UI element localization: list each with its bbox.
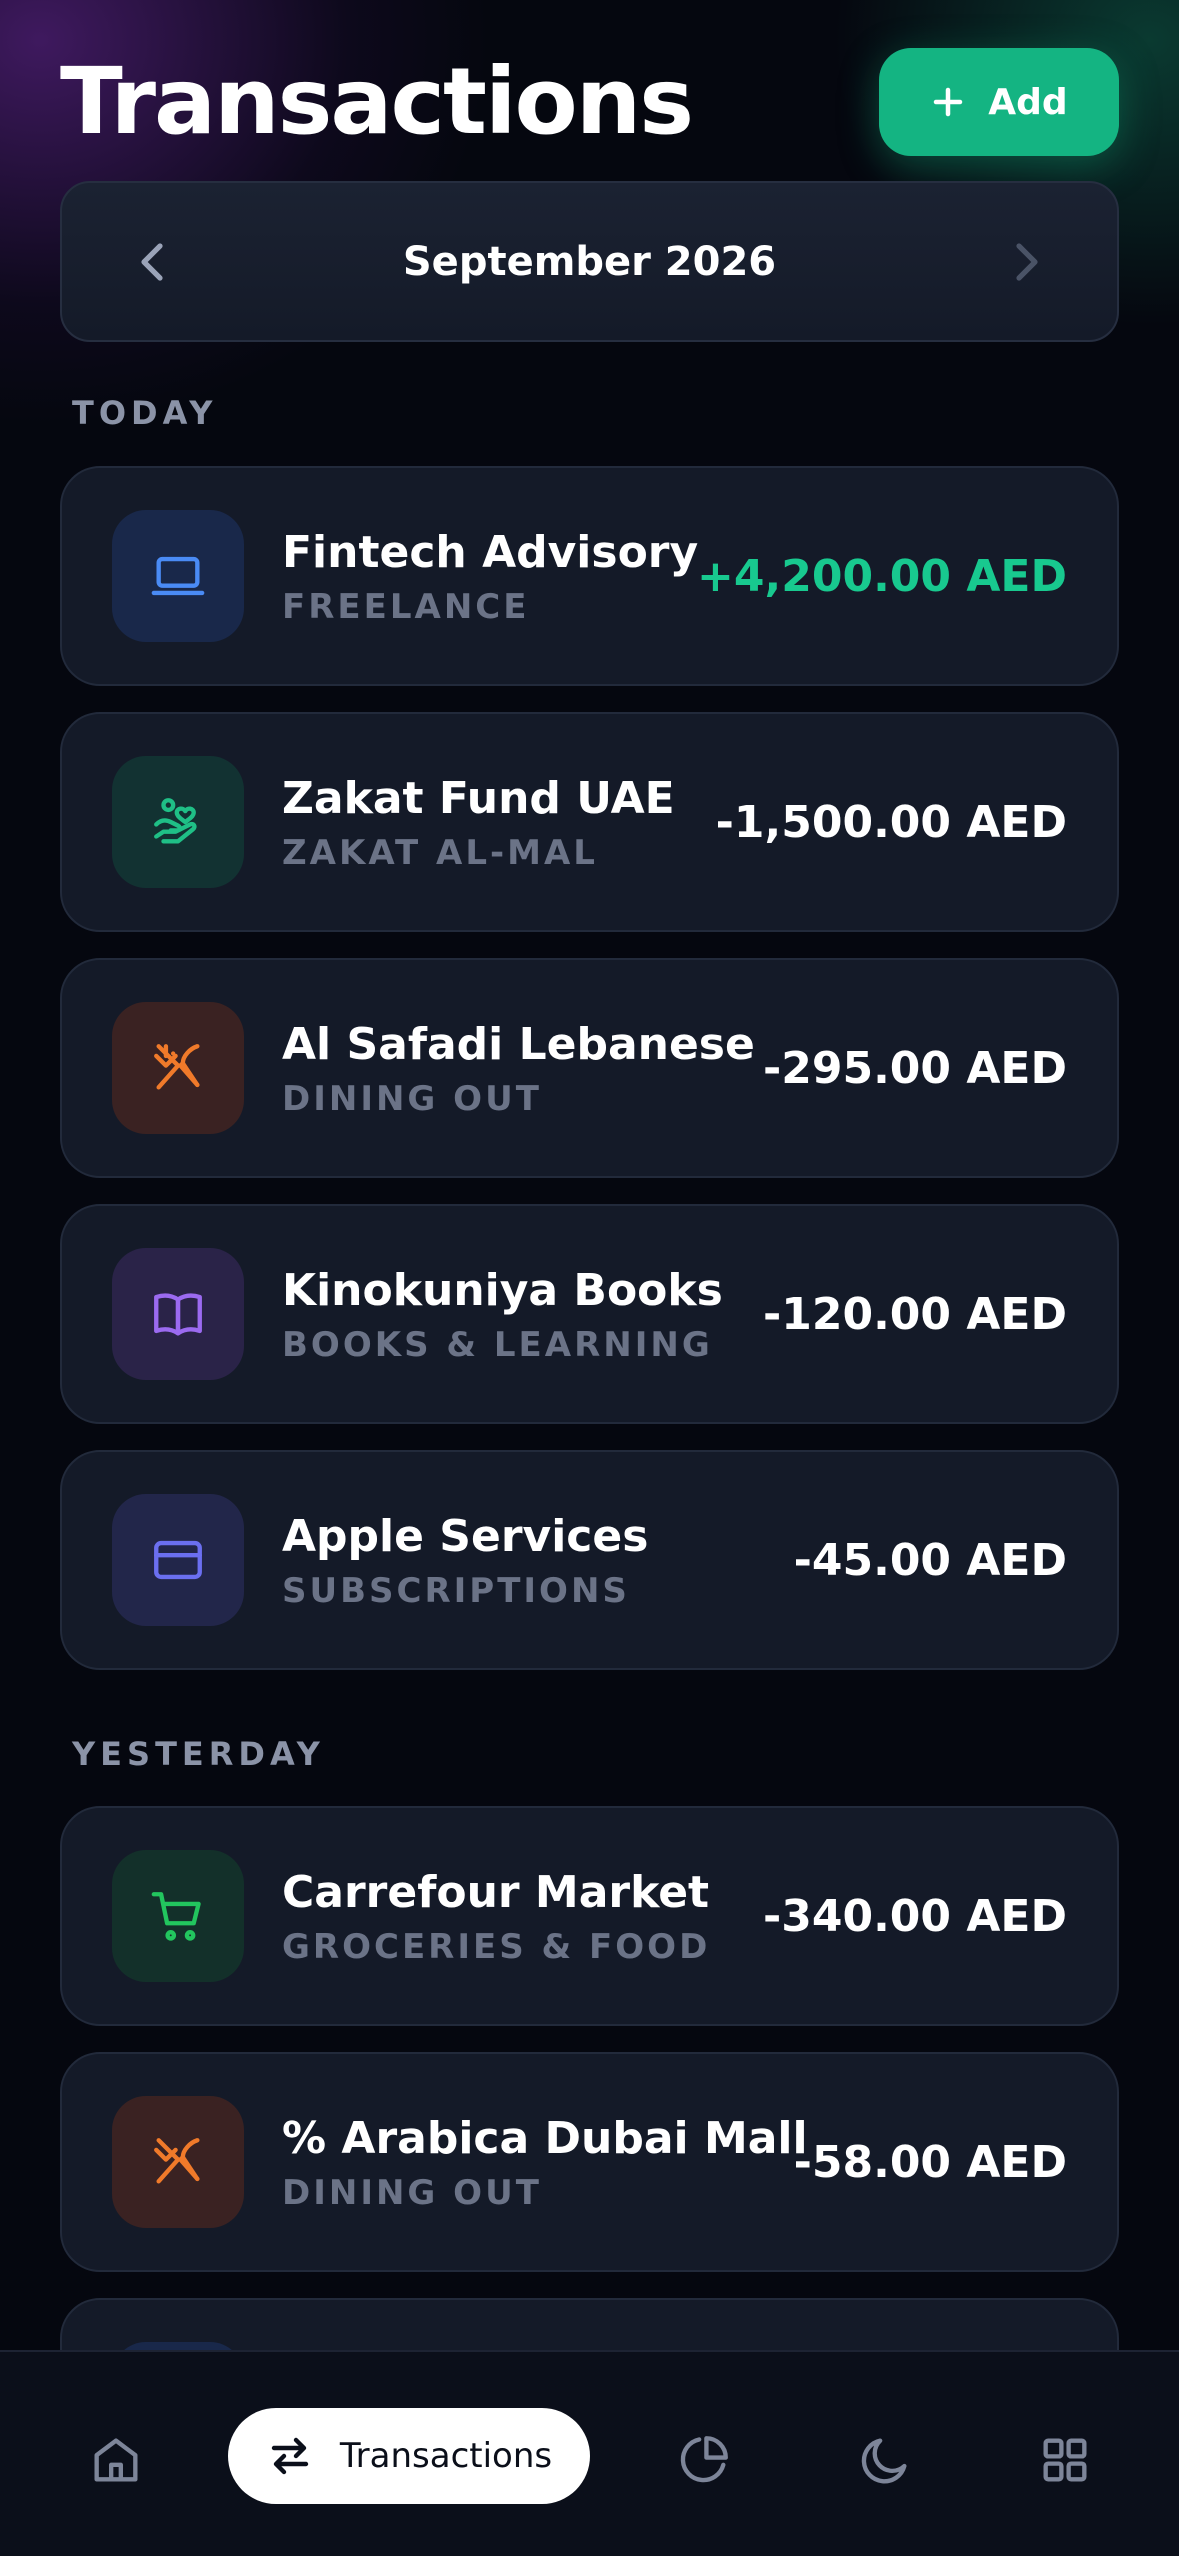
book-icon xyxy=(154,1293,202,1336)
transaction-name: % Arabica Dubai Mall xyxy=(282,2113,808,2164)
next-month-button[interactable] xyxy=(997,232,1057,292)
transaction-row[interactable]: % Arabica Dubai Mall DINING OUT -58.00 A… xyxy=(60,2052,1119,2272)
transaction-category: SUBSCRIPTIONS xyxy=(282,1571,630,1611)
utensils-icon xyxy=(154,1044,200,1090)
transaction-amount: -120.00 AED xyxy=(762,1288,1067,1340)
nav-home[interactable] xyxy=(68,2412,164,2508)
transaction-amount: -58.00 AED xyxy=(793,2136,1067,2188)
category-icon-tile xyxy=(112,1002,244,1134)
credit-card-icon xyxy=(154,1540,202,1580)
transaction-category: DINING OUT xyxy=(282,2173,542,2213)
hand-heart-icon xyxy=(154,798,197,844)
transaction-name: Zakat Fund UAE xyxy=(282,773,675,824)
chevron-right-icon xyxy=(1016,242,1038,281)
moon-icon xyxy=(861,2438,907,2484)
add-transaction-button[interactable]: Add xyxy=(879,48,1119,156)
transaction-amount: +4,200.00 AED xyxy=(697,550,1067,602)
transaction-category: GROCERIES & FOOD xyxy=(282,1927,711,1967)
transaction-amount: -340.00 AED xyxy=(762,1890,1067,1942)
transaction-row[interactable]: Al Safadi Lebanese DINING OUT -295.00 AE… xyxy=(60,958,1119,1178)
section-label-today: TODAY xyxy=(72,394,218,432)
plus-icon xyxy=(934,87,963,117)
utensils-icon xyxy=(154,2138,200,2184)
cart-icon xyxy=(151,1892,201,1941)
nav-more[interactable] xyxy=(1017,2412,1113,2508)
nav-active-label: Transactions xyxy=(339,2436,553,2476)
pie-chart-icon xyxy=(680,2436,728,2483)
transaction-name: Kinokuniya Books xyxy=(282,1265,723,1316)
transaction-row[interactable]: Carrefour Market GROCERIES & FOOD -340.0… xyxy=(60,1806,1119,2026)
transaction-row[interactable]: Zakat Fund UAE ZAKAT AL-MAL -1,500.00 AE… xyxy=(60,712,1119,932)
transaction-row[interactable]: Apple Services SUBSCRIPTIONS -45.00 AED xyxy=(60,1450,1119,1670)
transfer-icon xyxy=(271,2437,309,2475)
laptop-icon xyxy=(151,556,205,596)
category-icon-tile xyxy=(112,510,244,642)
transaction-name: Fintech Advisory xyxy=(282,527,699,578)
category-icon-tile xyxy=(112,756,244,888)
add-button-label: Add xyxy=(988,81,1068,123)
grid-icon xyxy=(1043,2438,1087,2482)
previous-month-button[interactable] xyxy=(122,232,182,292)
transaction-category: FREELANCE xyxy=(282,587,530,627)
transactions-screen: Transactions Add September 2026 TODAY Fi… xyxy=(0,0,1179,2556)
month-selector: September 2026 xyxy=(60,181,1119,342)
nav-analytics[interactable] xyxy=(656,2412,752,2508)
transaction-amount: -1,500.00 AED xyxy=(715,796,1067,848)
category-icon-tile xyxy=(112,1248,244,1380)
transaction-name: Al Safadi Lebanese xyxy=(282,1019,755,1070)
nav-theme[interactable] xyxy=(837,2412,933,2508)
category-icon-tile xyxy=(112,1494,244,1626)
chevron-left-icon xyxy=(141,242,163,281)
bottom-navigation: Transactions xyxy=(0,2350,1179,2556)
category-icon-tile xyxy=(112,2096,244,2228)
transaction-category: ZAKAT AL-MAL xyxy=(282,833,598,873)
home-icon xyxy=(94,2438,138,2482)
nav-transactions[interactable]: Transactions xyxy=(228,2408,590,2504)
current-month-label: September 2026 xyxy=(402,238,777,285)
transaction-category: BOOKS & LEARNING xyxy=(282,1325,713,1365)
transaction-row[interactable]: Kinokuniya Books BOOKS & LEARNING -120.0… xyxy=(60,1204,1119,1424)
section-label-yesterday: YESTERDAY xyxy=(72,1735,325,1773)
page-title: Transactions xyxy=(60,48,694,155)
category-icon-tile xyxy=(112,1850,244,1982)
transaction-name: Carrefour Market xyxy=(282,1867,710,1918)
transaction-amount: -45.00 AED xyxy=(793,1534,1067,1586)
transaction-name: Apple Services xyxy=(282,1511,649,1562)
transaction-row[interactable]: Fintech Advisory FREELANCE +4,200.00 AED xyxy=(60,466,1119,686)
transaction-category: DINING OUT xyxy=(282,1079,542,1119)
transaction-amount: -295.00 AED xyxy=(762,1042,1067,1094)
